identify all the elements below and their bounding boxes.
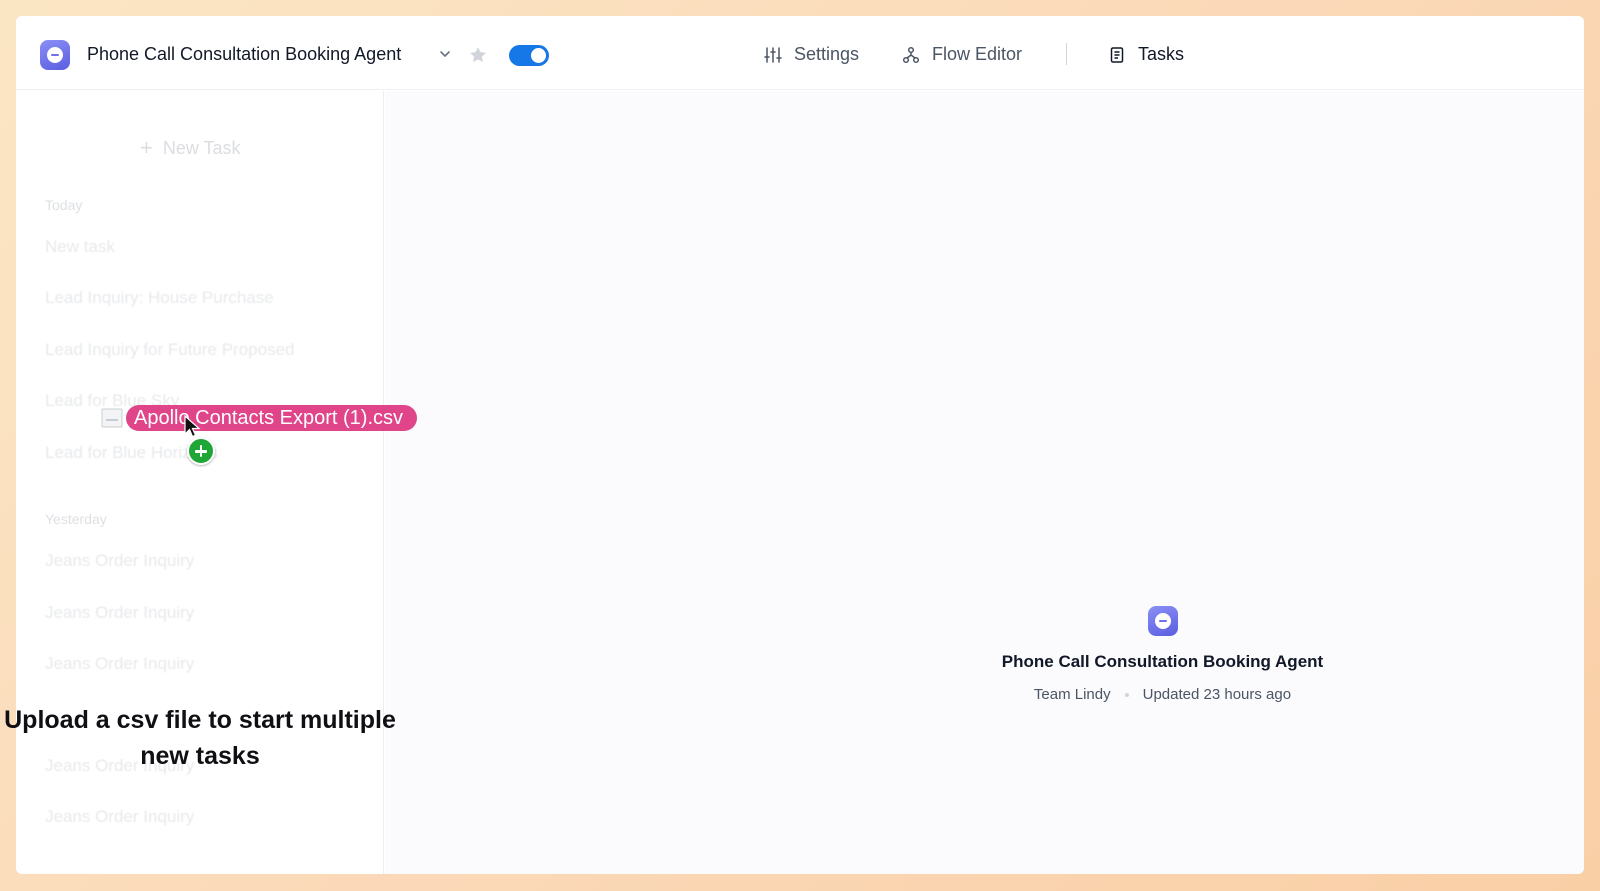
plus-icon: + (140, 135, 153, 160)
team-name: Team Lindy (1033, 686, 1111, 703)
star-icon[interactable] (468, 45, 488, 65)
agent-logo-icon (1147, 606, 1178, 636)
chevron-down-icon[interactable] (439, 48, 451, 60)
tab-flow-editor-label: Flow Editor (932, 44, 1023, 64)
cursor-arrow-icon (184, 415, 201, 438)
list-item[interactable]: New task (45, 237, 115, 257)
main-panel: Phone Call Consultation Booking Agent Te… (385, 91, 1584, 874)
card-title: Phone Call Consultation Booking Agent (1001, 652, 1324, 671)
tab-flow-editor[interactable]: Flow Editor (902, 44, 1022, 65)
new-task-button[interactable]: + New Task (140, 135, 241, 161)
upload-caption: Upload a csv file to start multiple new … (4, 706, 396, 770)
sliders-icon (764, 46, 782, 63)
tab-tasks[interactable]: Tasks (1108, 44, 1184, 65)
toggle-knob (531, 48, 546, 63)
tab-tasks-label: Tasks (1138, 44, 1185, 64)
list-item[interactable]: Jeans Order Inquiry (45, 551, 194, 571)
tab-settings[interactable]: Settings (764, 44, 859, 65)
list-item[interactable]: Lead Inquiry: House Purchase (45, 288, 274, 308)
new-task-label: New Task (162, 137, 241, 158)
flow-icon (902, 46, 920, 63)
agent-logo-icon (40, 40, 70, 70)
card-meta: Team Lindy Updated 23 hours ago (945, 686, 1380, 703)
tab-settings-label: Settings (794, 44, 860, 64)
list-item[interactable]: Jeans Order Inquiry (45, 654, 194, 674)
copy-plus-icon (187, 437, 215, 465)
separator-dot (1124, 692, 1129, 697)
section-label-yesterday: Yesterday (45, 511, 107, 527)
top-bar: Phone Call Consultation Booking Agent Se… (16, 16, 1584, 90)
document-icon (1110, 46, 1124, 63)
file-icon (101, 408, 123, 428)
list-item[interactable]: Jeans Order Inquiry (45, 807, 194, 827)
agent-title[interactable]: Phone Call Consultation Booking Agent (87, 44, 401, 65)
section-label-today: Today (45, 197, 83, 213)
list-item[interactable]: Lead Inquiry for Future Proposed (45, 340, 294, 360)
list-item[interactable]: Jeans Order Inquiry (45, 603, 194, 623)
dragged-file-label: Apollo Contacts Export (1).csv (126, 405, 417, 431)
agent-active-toggle[interactable] (509, 45, 549, 66)
agent-summary-card: Phone Call Consultation Booking Agent Te… (945, 606, 1380, 703)
nav-divider (1066, 43, 1067, 65)
updated-time: Updated 23 hours ago (1142, 686, 1292, 703)
